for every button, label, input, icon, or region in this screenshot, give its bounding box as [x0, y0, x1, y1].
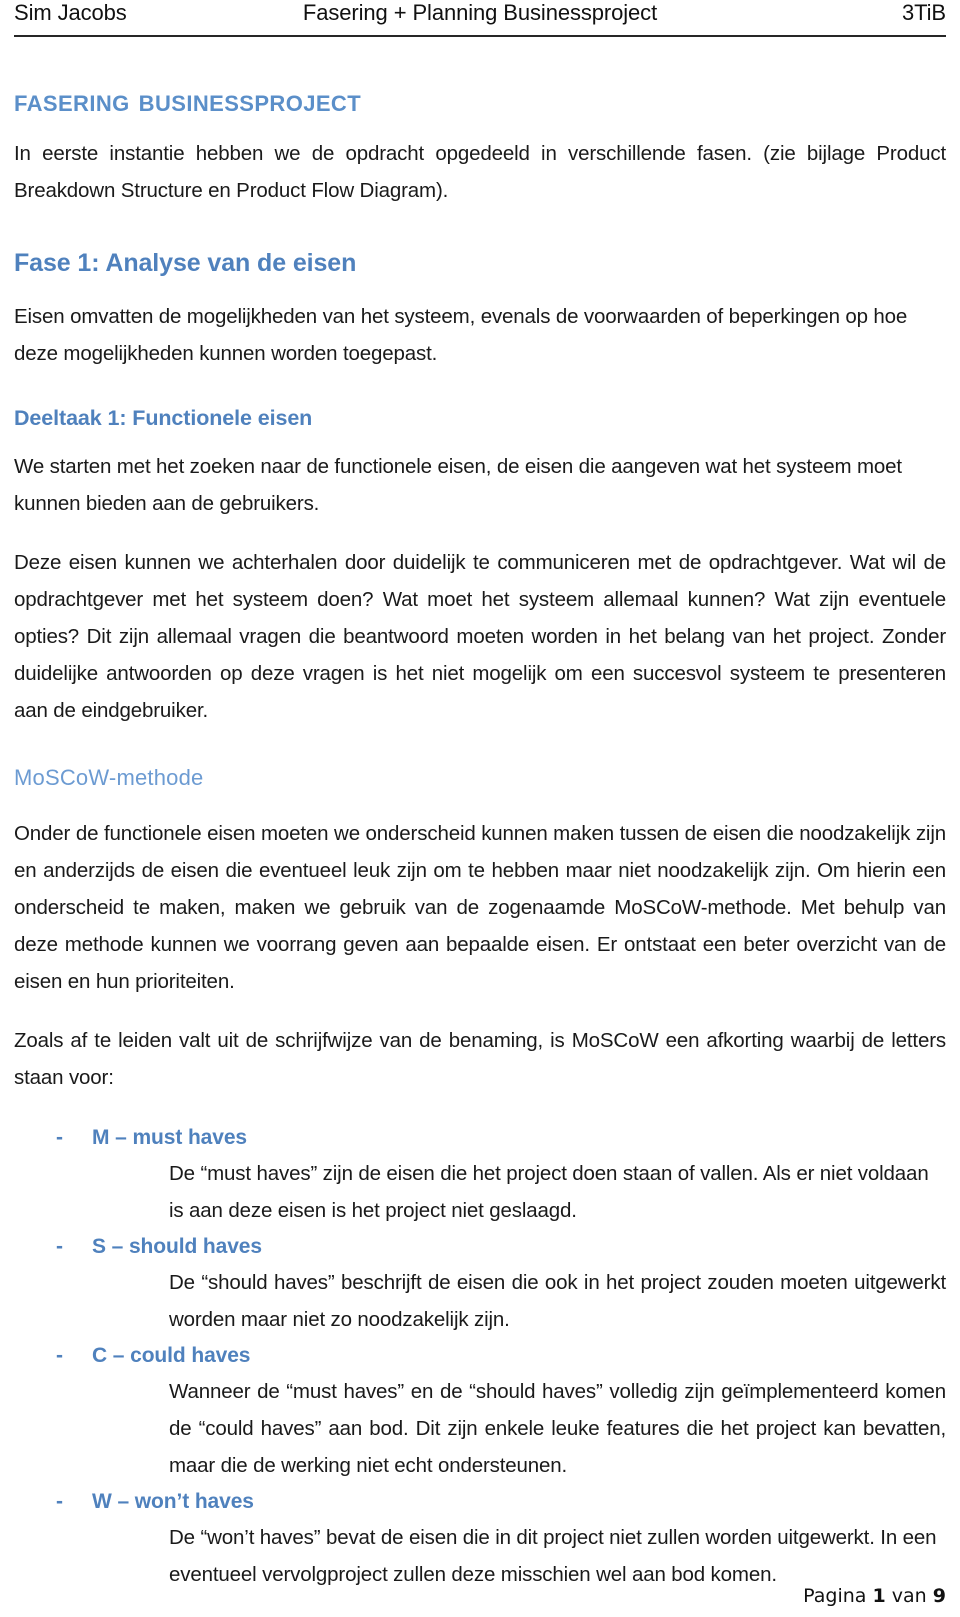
heading-moscow-methode: MoSCoW-methode — [14, 765, 204, 790]
page-footer: Pagina 1 van 9 — [803, 1585, 946, 1607]
dash-bullet-icon: - — [56, 1344, 63, 1367]
moscow-paragraph: Onder de functionele eisen moeten we ond… — [14, 822, 946, 993]
dash-bullet-icon: - — [56, 1490, 63, 1513]
list-item-label: M – must haves — [92, 1126, 247, 1149]
list-item: - S – should haves De “should haves” bes… — [14, 1229, 946, 1338]
list-item-term: - S – should haves — [14, 1229, 946, 1264]
deeltaak-1-paragraph: We starten met het zoeken naar de functi… — [14, 455, 902, 515]
moscow-list: - M – must haves De “must haves” zijn de… — [14, 1120, 946, 1593]
list-item-description: De “must haves” zijn de eisen die het pr… — [169, 1162, 929, 1222]
dash-bullet-icon: - — [56, 1126, 63, 1149]
list-item-term: - C – could haves — [14, 1338, 946, 1373]
deeltaak-1-paragraph-2: Deze eisen kunnen we achterhalen door du… — [14, 551, 946, 722]
header-divider — [14, 35, 946, 37]
footer-total-pages: 9 — [932, 1585, 946, 1607]
list-item-label: W – won’t haves — [92, 1490, 254, 1513]
list-item-description: Wanneer de “must haves” en de “should ha… — [169, 1380, 946, 1477]
list-item-label: S – should haves — [92, 1235, 262, 1258]
page-title: Fasering Businessproject — [14, 83, 362, 118]
list-item-description: De “won’t haves” bevat de eisen die in d… — [169, 1526, 937, 1586]
list-item-term: - M – must haves — [14, 1120, 946, 1155]
header-title: Fasering + Planning Businessproject — [302, 0, 658, 25]
heading-deeltaak-1: Deeltaak 1: Functionele eisen — [14, 406, 313, 430]
header-author: Sim Jacobs — [14, 0, 127, 25]
dash-bullet-icon: - — [56, 1235, 63, 1258]
list-item: - C – could haves Wanneer de “must haves… — [14, 1338, 946, 1484]
document-body: Fasering Businessproject In eerste insta… — [12, 83, 948, 1593]
heading-fase-1: Fase 1: Analyse van de eisen — [14, 249, 357, 277]
list-item-term: - W – won’t haves — [14, 1484, 946, 1519]
intro-paragraph: In eerste instantie hebben we de opdrach… — [14, 142, 946, 202]
document-page: Sim Jacobs Fasering + Planning Businessp… — [0, 0, 960, 1617]
footer-prefix: Pagina — [803, 1585, 867, 1607]
list-item-description: De “should haves” beschrijft de eisen di… — [169, 1271, 946, 1331]
list-item-label: C – could haves — [92, 1344, 251, 1367]
header-class: 3TiB — [901, 0, 946, 25]
list-item: - W – won’t haves De “won’t haves” bevat… — [14, 1484, 946, 1593]
list-item: - M – must haves De “must haves” zijn de… — [14, 1120, 946, 1229]
footer-middle: van — [891, 1585, 927, 1607]
moscow-intro-paragraph: Zoals af te leiden valt uit de schrijfwi… — [14, 1029, 946, 1089]
document-header: Sim Jacobs Fasering + Planning Businessp… — [12, 0, 948, 34]
fase-1-paragraph: Eisen omvatten de mogelijkheden van het … — [14, 305, 908, 365]
footer-page-number: 1 — [872, 1585, 886, 1607]
